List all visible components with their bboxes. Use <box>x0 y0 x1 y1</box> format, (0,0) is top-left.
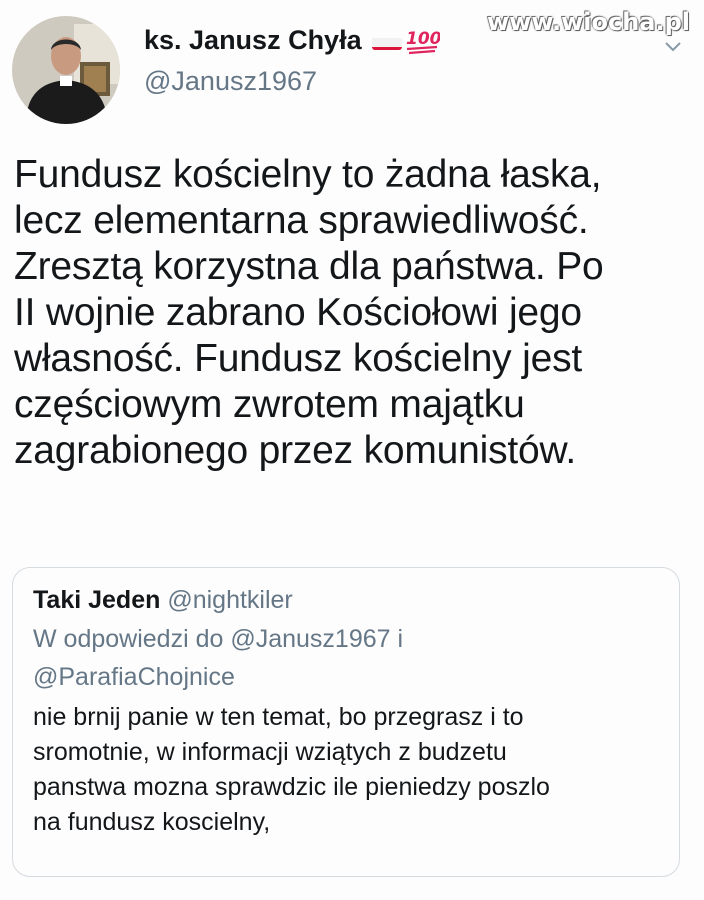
quoted-author-handle[interactable]: @nightkiler <box>167 586 292 614</box>
quoted-tweet[interactable]: Taki Jeden @nightkiler W odpowiedzi do @… <box>12 567 680 877</box>
author-display-name[interactable]: ks. Janusz Chyła <box>144 25 362 56</box>
100-icon: 100 <box>404 26 441 56</box>
svg-text:100: 100 <box>406 29 440 49</box>
reply-to-line-2[interactable]: @ParafiaChojnice <box>33 658 659 696</box>
tweet-text: Fundusz kościelny to żadna łaska, lecz e… <box>14 153 604 472</box>
watermark: www.wiocha.pl <box>486 8 690 36</box>
quoted-author-name[interactable]: Taki Jeden <box>33 586 160 614</box>
poland-flag-icon <box>371 32 402 50</box>
quoted-tweet-text: nie brnij panie w ten temat, bo przegras… <box>33 703 550 836</box>
chevron-down-icon[interactable] <box>664 38 682 56</box>
reply-to-line-1[interactable]: W odpowiedzi do @Janusz1967 i <box>33 620 659 658</box>
tweet-screenshot: www.wiocha.pl ks. Janusz Chyła 100 @Janu… <box>0 0 704 900</box>
author-handle[interactable]: @Janusz1967 <box>144 66 440 97</box>
tweet-header: ks. Janusz Chyła 100 @Janusz1967 <box>12 16 441 124</box>
author-info: ks. Janusz Chyła 100 @Janusz1967 <box>144 25 441 97</box>
avatar[interactable] <box>12 16 120 124</box>
reply-to-line: W odpowiedzi do @Janusz1967 i @ParafiaCh… <box>33 620 659 696</box>
